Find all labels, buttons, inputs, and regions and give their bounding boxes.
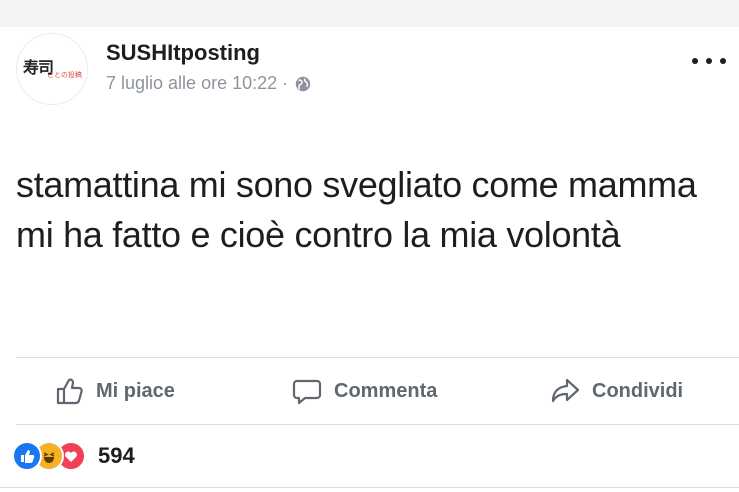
dot-3 bbox=[720, 58, 726, 64]
avatar[interactable]: 寿司 ことの投稿 bbox=[16, 33, 88, 105]
comment-button[interactable]: Commenta bbox=[290, 374, 437, 408]
share-icon bbox=[551, 378, 580, 403]
reactions-summary[interactable]: 594 bbox=[12, 439, 135, 473]
comment-icon bbox=[292, 379, 322, 405]
like-reaction-icon bbox=[12, 441, 42, 471]
reaction-count: 594 bbox=[98, 443, 135, 468]
post-text: stamattina mi sono svegliato come mamma … bbox=[16, 164, 697, 255]
dot-2 bbox=[706, 58, 712, 64]
divider bbox=[0, 487, 739, 488]
divider bbox=[16, 424, 739, 425]
globe-icon bbox=[295, 76, 311, 91]
timestamp[interactable]: 7 luglio alle ore 10:22 · bbox=[106, 73, 288, 94]
avatar-subtext: ことの投稿 bbox=[47, 72, 82, 79]
top-strip bbox=[0, 0, 739, 27]
share-label: Condividi bbox=[592, 379, 684, 402]
dot-1 bbox=[692, 58, 698, 64]
share-button[interactable]: Condividi bbox=[548, 374, 683, 408]
thumbs-up-icon bbox=[56, 378, 83, 405]
divider bbox=[16, 357, 739, 358]
author-name[interactable]: SUSHItposting bbox=[106, 40, 260, 66]
like-button[interactable]: Mi piace bbox=[52, 374, 175, 408]
like-label: Mi piace bbox=[96, 379, 175, 402]
more-options-icon[interactable] bbox=[692, 54, 726, 68]
comment-label: Commenta bbox=[334, 379, 438, 402]
post-meta: 7 luglio alle ore 10:22 · bbox=[106, 73, 312, 94]
